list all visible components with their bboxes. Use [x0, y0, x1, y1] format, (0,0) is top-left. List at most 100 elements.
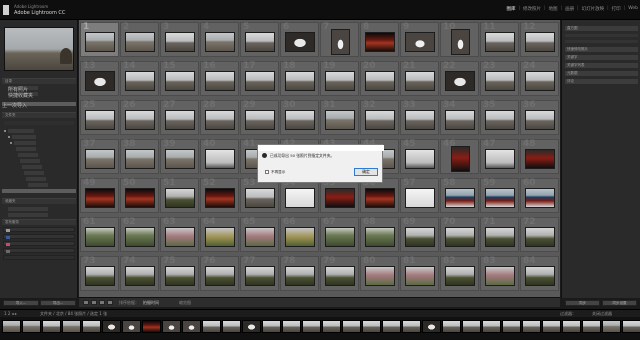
- grid-cell[interactable]: 74: [120, 256, 159, 291]
- grid-cell[interactable]: 4: [200, 22, 239, 57]
- grid-cell[interactable]: 82: [440, 256, 479, 291]
- grid-cell[interactable]: 38: [120, 139, 159, 174]
- photo-thumbnail[interactable]: [365, 188, 395, 208]
- folder-item[interactable]: [8, 129, 34, 133]
- sync-button[interactable]: 同步: [565, 300, 600, 306]
- photo-thumbnail[interactable]: [85, 71, 115, 91]
- photo-thumbnail[interactable]: [245, 188, 275, 208]
- filmstrip-thumbnail[interactable]: [562, 320, 581, 333]
- filmstrip-thumbnail[interactable]: [142, 320, 161, 333]
- sort-value[interactable]: 拍摄时间: [143, 300, 159, 306]
- folder-item-selected[interactable]: [2, 189, 76, 193]
- grid-cell[interactable]: 84: [520, 256, 559, 291]
- filmstrip-thumbnail[interactable]: [602, 320, 621, 333]
- grid-cell[interactable]: 59: [480, 178, 519, 213]
- photo-thumbnail[interactable]: [245, 32, 275, 52]
- grid-cell[interactable]: 40: [200, 139, 239, 174]
- photo-thumbnail[interactable]: [165, 188, 195, 208]
- filmstrip-thumbnail[interactable]: [362, 320, 381, 333]
- grid-cell[interactable]: 46: [440, 139, 479, 174]
- quick-develop-header[interactable]: 快速修改照片: [565, 47, 638, 52]
- folder-item[interactable]: [18, 153, 38, 157]
- photo-thumbnail[interactable]: [85, 149, 115, 169]
- grid-cell[interactable]: 28: [200, 100, 239, 135]
- folders-panel-header[interactable]: 文件夹: [2, 112, 76, 118]
- photo-thumbnail[interactable]: [525, 188, 555, 208]
- photo-thumbnail[interactable]: [485, 32, 515, 52]
- grid-cell[interactable]: 19: [320, 61, 359, 96]
- grid-cell[interactable]: 52: [200, 178, 239, 213]
- filmstrip-thumbnail[interactable]: [282, 320, 301, 333]
- grid-cell[interactable]: 20: [360, 61, 399, 96]
- grid-cell[interactable]: 83: [480, 256, 519, 291]
- compare-view-icon[interactable]: [99, 300, 105, 305]
- photo-thumbnail[interactable]: [365, 227, 395, 247]
- sync-settings-button[interactable]: 同步设置: [602, 300, 637, 306]
- photo-thumbnail[interactable]: [405, 266, 435, 286]
- grid-cell[interactable]: 5: [240, 22, 279, 57]
- folder-expand-icon[interactable]: [8, 136, 10, 138]
- photo-thumbnail[interactable]: [285, 188, 315, 208]
- folder-item[interactable]: [24, 171, 44, 175]
- dont-show-again-checkbox[interactable]: [265, 170, 269, 174]
- filmstrip-thumbnail[interactable]: [542, 320, 561, 333]
- grid-cell[interactable]: 73: [80, 256, 119, 291]
- photo-thumbnail[interactable]: [525, 32, 555, 52]
- grid-cell[interactable]: 33: [400, 100, 439, 135]
- grid-cell[interactable]: 68: [360, 217, 399, 252]
- keywording-header[interactable]: 关键字: [565, 55, 638, 60]
- filmstrip-thumbnail[interactable]: [2, 320, 21, 333]
- grid-cell[interactable]: 22: [440, 61, 479, 96]
- grid-cell[interactable]: 55: [320, 178, 359, 213]
- grid-cell[interactable]: 23: [480, 61, 519, 96]
- filmstrip-thumbnail[interactable]: [42, 320, 61, 333]
- photo-thumbnail[interactable]: [125, 188, 155, 208]
- photo-thumbnail[interactable]: [245, 266, 275, 286]
- photo-thumbnail[interactable]: [525, 110, 555, 130]
- catalog-item-all[interactable]: 所有照片: [8, 86, 38, 93]
- comments-header[interactable]: 评论: [565, 79, 638, 84]
- keyword-list-header[interactable]: 关键字列表: [565, 63, 638, 68]
- photo-thumbnail[interactable]: [125, 110, 155, 130]
- grid-cell[interactable]: 34: [440, 100, 479, 135]
- photo-thumbnail[interactable]: [485, 266, 515, 286]
- photo-thumbnail[interactable]: [365, 71, 395, 91]
- photo-thumbnail[interactable]: [451, 146, 470, 172]
- grid-cell[interactable]: 49: [80, 178, 119, 213]
- grid-cell[interactable]: 61: [80, 217, 119, 252]
- dialog-ok-button[interactable]: 确定: [354, 168, 378, 176]
- grid-cell[interactable]: 72: [520, 217, 559, 252]
- photo-thumbnail[interactable]: [245, 227, 275, 247]
- photo-thumbnail[interactable]: [325, 227, 355, 247]
- photo-thumbnail[interactable]: [405, 188, 435, 208]
- photo-thumbnail[interactable]: [405, 227, 435, 247]
- grid-cell[interactable]: 11: [480, 22, 519, 57]
- module-library[interactable]: 图库: [507, 6, 516, 12]
- filmstrip-nav[interactable]: 1 2 ◂ ▸: [4, 311, 17, 316]
- module-develop[interactable]: 修改照片: [523, 6, 541, 12]
- navigator-preview[interactable]: [4, 27, 74, 71]
- photo-thumbnail[interactable]: [205, 227, 235, 247]
- photo-thumbnail[interactable]: [125, 149, 155, 169]
- grid-cell[interactable]: 66: [280, 217, 319, 252]
- filmstrip-thumbnail[interactable]: [322, 320, 341, 333]
- import-button[interactable]: 导入...: [3, 300, 39, 306]
- folder-item[interactable]: [28, 183, 48, 187]
- filmstrip-thumbnail[interactable]: [502, 320, 521, 333]
- photo-thumbnail[interactable]: [85, 227, 115, 247]
- photo-thumbnail[interactable]: [125, 71, 155, 91]
- photo-thumbnail[interactable]: [85, 110, 115, 130]
- folder-item[interactable]: [14, 141, 36, 145]
- metadata-header[interactable]: 元数据: [565, 71, 638, 76]
- photo-thumbnail[interactable]: [165, 110, 195, 130]
- grid-cell[interactable]: 36: [520, 100, 559, 135]
- publish-service-hard-drive[interactable]: [3, 227, 75, 232]
- grid-cell[interactable]: 65: [240, 217, 279, 252]
- photo-thumbnail[interactable]: [165, 71, 195, 91]
- photo-thumbnail[interactable]: [165, 32, 195, 52]
- module-web[interactable]: Web: [628, 6, 638, 12]
- photo-thumbnail[interactable]: [485, 227, 515, 247]
- collections-panel-header[interactable]: 收藏夹: [2, 198, 76, 204]
- photo-thumbnail[interactable]: [285, 32, 315, 52]
- grid-cell[interactable]: 24: [520, 61, 559, 96]
